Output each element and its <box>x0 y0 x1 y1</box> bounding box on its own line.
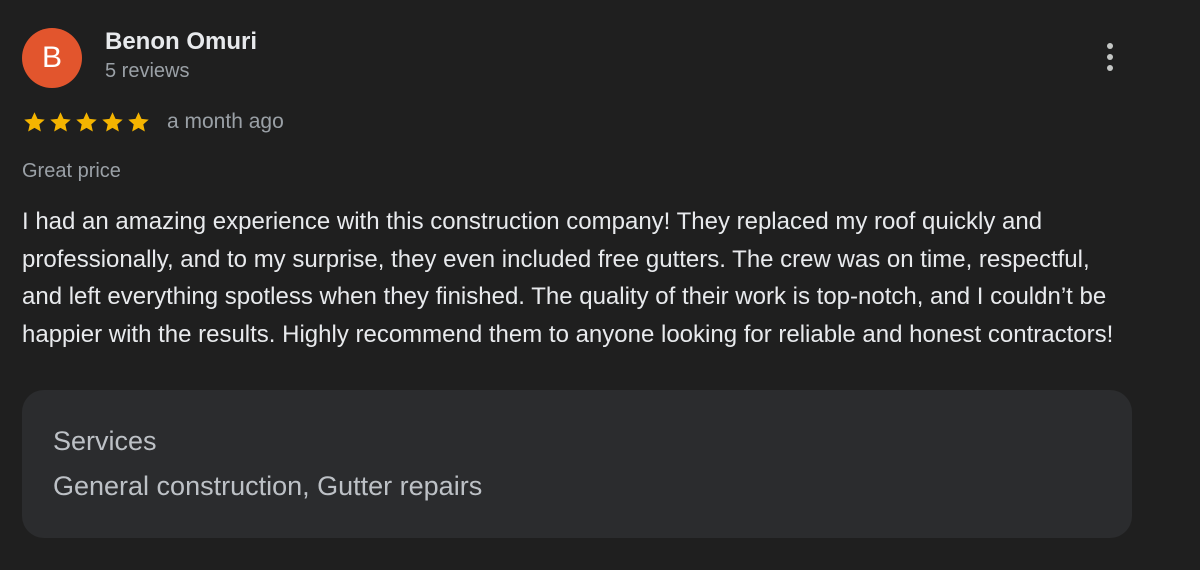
avatar[interactable]: B <box>22 28 82 88</box>
services-label: Services <box>53 426 157 456</box>
more-options-button[interactable] <box>1094 36 1126 78</box>
star-icon <box>100 110 125 135</box>
services-card: Services General construction, Gutter re… <box>22 390 1132 538</box>
author-review-count: 5 reviews <box>105 60 190 82</box>
star-icon <box>48 110 73 135</box>
review-time: a month ago <box>167 110 284 133</box>
star-icon <box>74 110 99 135</box>
star-rating <box>22 110 151 135</box>
rating-row: a month ago <box>22 108 284 136</box>
review-body: I had an amazing experience with this co… <box>22 208 1114 348</box>
more-vert-icon <box>1107 43 1113 49</box>
review-card: B Benon Omuri 5 reviews a month ago Grea… <box>0 0 1200 570</box>
more-vert-icon-dot <box>1107 65 1113 71</box>
review-tag: Great price <box>22 160 121 182</box>
star-icon <box>126 110 151 135</box>
author-name[interactable]: Benon Omuri <box>105 28 257 56</box>
star-icon <box>22 110 47 135</box>
services-value: General construction, Gutter repairs <box>53 471 483 501</box>
more-vert-icon-dot <box>1107 54 1113 60</box>
